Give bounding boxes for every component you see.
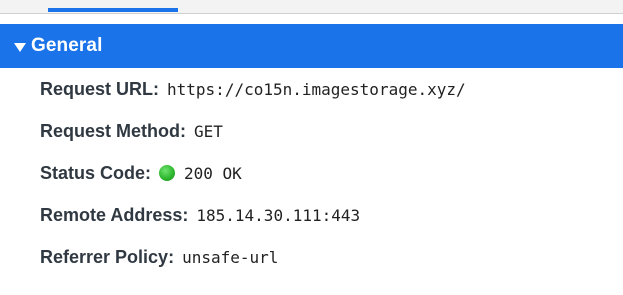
status-code-value[interactable]: 200 OK — [184, 164, 242, 183]
tab-strip — [0, 0, 623, 14]
status-code-label: Status Code: — [40, 162, 152, 183]
referrer-policy-label: Referrer Policy: — [40, 246, 175, 267]
header-row-referrer-policy: Referrer Policy: unsafe-url — [40, 236, 623, 278]
section-title: General — [31, 35, 103, 56]
headers-panel: General Request URL: https://co15n.image… — [0, 0, 623, 295]
remote-address-value[interactable]: 185.14.30.111:443 — [196, 206, 360, 225]
header-row-status-code: Status Code: 200 OK — [40, 152, 623, 194]
header-row-remote-address: Remote Address: 185.14.30.111:443 — [40, 194, 623, 236]
general-headers-list: Request URL: https://co15n.imagestorage.… — [40, 68, 623, 278]
header-row-request-url: Request URL: https://co15n.imagestorage.… — [40, 68, 623, 110]
remote-address-label: Remote Address: — [40, 204, 189, 225]
request-url-value[interactable]: https://co15n.imagestorage.xyz/ — [167, 80, 466, 99]
triangle-down-icon[interactable] — [14, 42, 26, 52]
request-method-value[interactable]: GET — [194, 122, 223, 141]
request-method-label: Request Method: — [40, 120, 186, 141]
referrer-policy-value[interactable]: unsafe-url — [182, 248, 278, 267]
general-section-header[interactable]: General — [0, 24, 623, 68]
green-dot-icon — [159, 165, 176, 181]
header-row-request-method: Request Method: GET — [40, 110, 623, 152]
request-url-label: Request URL: — [40, 78, 160, 99]
active-tab-indicator — [48, 8, 178, 12]
